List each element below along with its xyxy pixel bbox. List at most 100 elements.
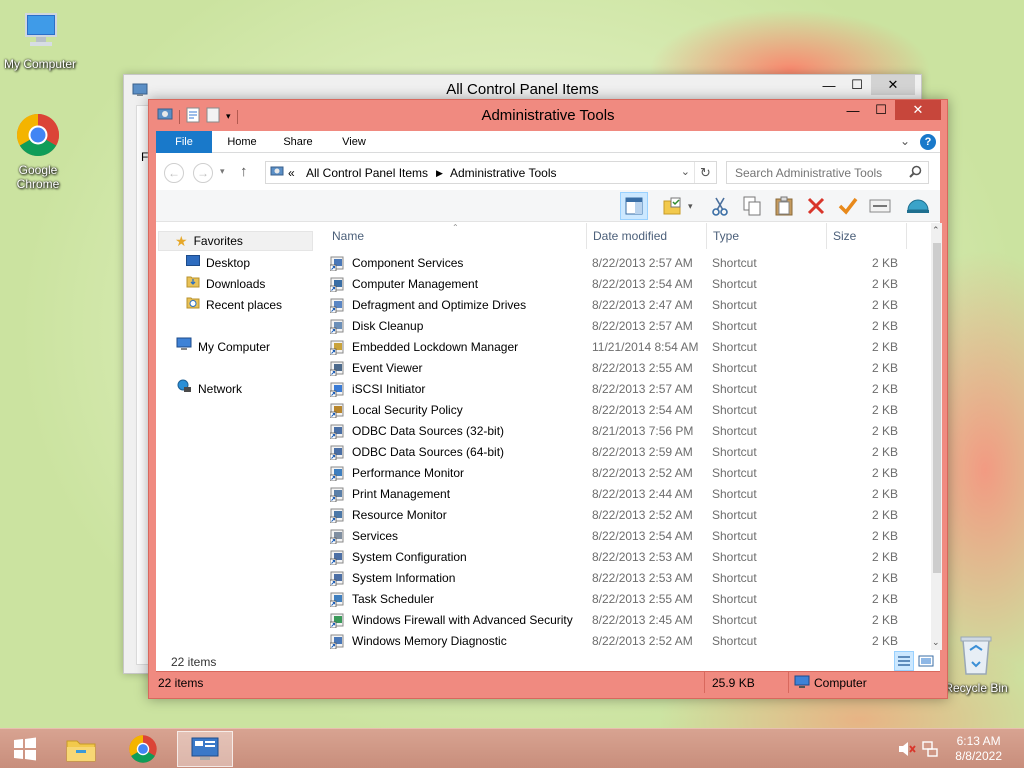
file-date-modified: 8/22/2013 2:54 AM bbox=[592, 277, 693, 291]
file-row[interactable]: Print Management 8/22/2013 2:44 AM Shortcu… bbox=[326, 484, 936, 505]
file-explorer-icon bbox=[66, 740, 96, 762]
properties-icon[interactable] bbox=[866, 192, 894, 220]
file-row[interactable]: Windows Memory Diagnostic 8/22/2013 2:52 … bbox=[326, 631, 936, 650]
file-row[interactable]: Resource Monitor 8/22/2013 2:52 AM Shortcu… bbox=[326, 505, 936, 526]
search-input[interactable] bbox=[727, 162, 905, 183]
tab-home[interactable]: Home bbox=[214, 131, 270, 153]
breadcrumb-administrative-tools[interactable]: Administrative Tools bbox=[450, 166, 557, 180]
help-icon[interactable]: ? bbox=[920, 134, 936, 150]
file-size: 2 KB bbox=[871, 340, 898, 354]
file-row[interactable]: ODBC Data Sources (32-bit) 8/21/2013 7:56… bbox=[326, 421, 936, 442]
column-header-date-modified[interactable]: Date modified bbox=[593, 229, 667, 243]
file-name: Task Scheduler bbox=[352, 592, 435, 606]
network-status-icon[interactable] bbox=[922, 741, 938, 760]
minimize-button[interactable]: — bbox=[815, 75, 843, 95]
refresh-icon[interactable]: ↻ bbox=[694, 162, 716, 183]
copy-icon[interactable] bbox=[738, 192, 766, 220]
expand-ribbon-icon[interactable]: ⌄ bbox=[900, 134, 910, 148]
start-button[interactable] bbox=[0, 731, 50, 767]
address-dropdown-icon[interactable]: ⌄ bbox=[681, 165, 690, 178]
tab-file[interactable]: File bbox=[156, 131, 212, 153]
nav-item-my-computer[interactable]: My Computer bbox=[176, 337, 270, 357]
file-name: Defragment and Optimize Drives bbox=[352, 298, 527, 312]
file-date-modified: 8/22/2013 2:54 AM bbox=[592, 403, 693, 417]
maximize-button[interactable]: ☐ bbox=[843, 75, 871, 95]
folder-options-dropdown-icon[interactable]: ▾ bbox=[688, 201, 693, 212]
file-date-modified: 8/22/2013 2:57 AM bbox=[592, 382, 693, 396]
file-type: Shortcut bbox=[712, 382, 757, 396]
large-icons-view-button[interactable] bbox=[918, 653, 934, 672]
scrollbar-thumb[interactable] bbox=[933, 243, 941, 573]
desktop-icon-google-chrome[interactable]: Google Chrome bbox=[0, 112, 78, 191]
delete-icon[interactable] bbox=[802, 192, 830, 220]
system-clock[interactable]: 6:13 AM 8/8/2022 bbox=[955, 734, 1002, 764]
file-row[interactable]: Performance Monitor 8/22/2013 2:52 AM Shor… bbox=[326, 463, 936, 484]
file-row[interactable]: Component Services 8/22/2013 2:57 AM Short… bbox=[326, 253, 936, 274]
breadcrumb-all-control-panel-items[interactable]: All Control Panel Items bbox=[306, 166, 428, 180]
cut-icon[interactable] bbox=[706, 192, 734, 220]
nav-item-network[interactable]: Network bbox=[176, 379, 242, 399]
address-bar[interactable]: « All Control Panel Items ▶ Administrati… bbox=[265, 161, 717, 184]
address-overflow[interactable]: « bbox=[288, 166, 295, 180]
preview-pane-button[interactable] bbox=[620, 192, 648, 220]
recent-locations-icon[interactable]: ▾ bbox=[220, 166, 225, 177]
tab-share[interactable]: Share bbox=[272, 131, 324, 153]
back-arrow-icon[interactable]: ← bbox=[164, 163, 184, 183]
desktop-icon-label: My Computer bbox=[3, 57, 77, 71]
shortcut-icon bbox=[329, 529, 345, 545]
file-row[interactable]: ODBC Data Sources (64-bit) 8/22/2013 2:59… bbox=[326, 442, 936, 463]
taskbar-google-chrome[interactable] bbox=[118, 731, 168, 767]
search-box[interactable] bbox=[726, 161, 929, 184]
column-header-size[interactable]: Size bbox=[833, 229, 856, 243]
file-row[interactable]: System Information 8/22/2013 2:53 AM Short… bbox=[326, 568, 936, 589]
file-row[interactable]: Services 8/22/2013 2:54 AM Shortcut 2 KB bbox=[326, 526, 936, 547]
forward-arrow-icon[interactable]: → bbox=[193, 163, 213, 183]
column-header-name[interactable]: Name bbox=[332, 229, 364, 243]
column-header-type[interactable]: Type bbox=[713, 229, 739, 243]
file-type: Shortcut bbox=[712, 256, 757, 270]
desktop-icon-my-computer[interactable]: My Computer bbox=[0, 10, 80, 71]
administrative-tools-window[interactable]: ▾ Administrative Tools — ☐ ✕ File Home S… bbox=[148, 99, 948, 699]
file-date-modified: 8/22/2013 2:52 AM bbox=[592, 634, 693, 648]
file-row[interactable]: Windows Firewall with Advanced Security 8… bbox=[326, 610, 936, 631]
vertical-scrollbar[interactable]: ⌃ ⌄ bbox=[931, 223, 942, 650]
search-icon[interactable] bbox=[909, 165, 922, 181]
file-row[interactable]: Disk Cleanup 8/22/2013 2:57 AM Shortcut 2 K… bbox=[326, 316, 936, 337]
nav-item-recent-places[interactable]: Recent places bbox=[186, 295, 282, 315]
taskbar-file-explorer[interactable] bbox=[56, 731, 106, 767]
maximize-button[interactable]: ☐ bbox=[867, 100, 895, 120]
desktop-icon-recycle-bin[interactable]: Recycle Bin bbox=[936, 632, 1016, 695]
inner-status-bar: 22 items bbox=[156, 650, 940, 672]
up-arrow-icon[interactable]: ↑ bbox=[240, 163, 248, 180]
taskbar: 6:13 AM 8/8/2022 bbox=[0, 728, 1024, 768]
paste-icon[interactable] bbox=[770, 192, 798, 220]
minimize-button[interactable]: — bbox=[839, 100, 867, 120]
file-row[interactable]: Computer Management 8/22/2013 2:54 AM Shor… bbox=[326, 274, 936, 295]
details-view-button[interactable] bbox=[894, 651, 914, 671]
file-row[interactable]: System Configuration 8/22/2013 2:53 AM Sho… bbox=[326, 547, 936, 568]
file-name: Services bbox=[352, 529, 399, 543]
volume-muted-icon[interactable] bbox=[898, 741, 916, 760]
file-row[interactable]: iSCSI Initiator 8/22/2013 2:57 AM Shortcut… bbox=[326, 379, 936, 400]
scroll-down-icon[interactable]: ⌄ bbox=[932, 637, 940, 648]
file-row[interactable]: Task Scheduler 8/22/2013 2:55 AM Shortcut 2… bbox=[326, 589, 936, 610]
rename-check-icon[interactable] bbox=[834, 192, 862, 220]
tab-view[interactable]: View bbox=[328, 131, 380, 153]
folder-options-icon[interactable] bbox=[658, 192, 686, 220]
file-row[interactable]: Event Viewer 8/22/2013 2:55 AM Shortcut 2 K… bbox=[326, 358, 936, 379]
taskbar-control-panel[interactable] bbox=[177, 731, 233, 767]
file-size: 2 KB bbox=[871, 361, 898, 375]
scroll-up-icon[interactable]: ⌃ bbox=[932, 225, 940, 236]
file-date-modified: 8/22/2013 2:52 AM bbox=[592, 508, 693, 522]
breadcrumb-separator-icon[interactable]: ▶ bbox=[436, 168, 443, 179]
nav-item-desktop[interactable]: Desktop bbox=[186, 253, 250, 273]
close-button[interactable]: ✕ bbox=[871, 75, 915, 95]
file-row[interactable]: Embedded Lockdown Manager 11/21/2014 8:54… bbox=[326, 337, 936, 358]
shortcut-icon bbox=[329, 403, 345, 419]
file-row[interactable]: Local Security Policy 8/22/2013 2:54 AM Sh… bbox=[326, 400, 936, 421]
close-button[interactable]: ✕ bbox=[895, 100, 941, 120]
network-globe-icon[interactable] bbox=[904, 192, 932, 220]
file-row[interactable]: Defragment and Optimize Drives 8/22/2013 … bbox=[326, 295, 936, 316]
nav-item-favorites[interactable]: ★ Favorites bbox=[158, 231, 313, 251]
nav-item-downloads[interactable]: Downloads bbox=[186, 274, 265, 294]
